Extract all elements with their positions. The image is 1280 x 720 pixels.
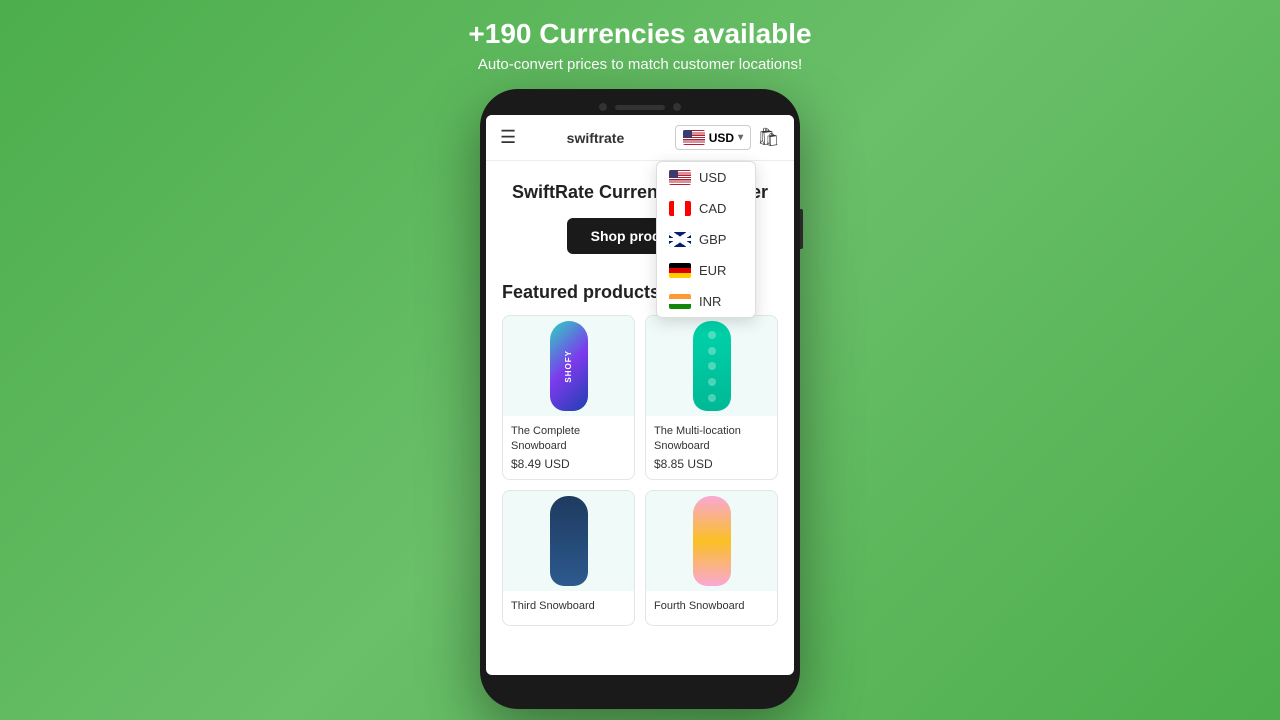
products-grid: SHOFY The Complete Snowboard $8.49 USD bbox=[502, 315, 778, 626]
flag-inr-icon bbox=[669, 294, 691, 309]
product-image-2 bbox=[646, 316, 777, 416]
currency-option-cad[interactable]: CAD bbox=[657, 193, 755, 224]
flag-eur-icon bbox=[669, 263, 691, 278]
currency-option-usd[interactable]: USD bbox=[657, 162, 755, 193]
product-card-4[interactable]: Fourth Snowboard bbox=[645, 490, 778, 626]
promo-subtitle: Auto-convert prices to match customer lo… bbox=[468, 56, 811, 73]
flag-gbp-icon bbox=[669, 232, 691, 247]
currency-inr-label: INR bbox=[699, 294, 721, 309]
currency-eur-label: EUR bbox=[699, 263, 726, 278]
product-card-3[interactable]: Third Snowboard bbox=[502, 490, 635, 626]
sb2-dot-2 bbox=[708, 347, 716, 355]
flag-cad-icon bbox=[669, 201, 691, 216]
snowboard-graphic-4 bbox=[693, 496, 731, 586]
currency-code-label: USD bbox=[709, 131, 734, 145]
product-image-1: SHOFY bbox=[503, 316, 634, 416]
phone-screen: ☰ swiftrate USD ▾ 🛍 USD CAD bbox=[486, 115, 794, 675]
currency-option-eur[interactable]: EUR bbox=[657, 255, 755, 286]
currency-option-gbp[interactable]: GBP bbox=[657, 224, 755, 255]
product-card-1[interactable]: SHOFY The Complete Snowboard $8.49 USD bbox=[502, 315, 635, 480]
sb2-dot-3 bbox=[708, 362, 716, 370]
currency-option-inr[interactable]: INR bbox=[657, 286, 755, 317]
sb2-dot-5 bbox=[708, 394, 716, 402]
product-info-4: Fourth Snowboard bbox=[646, 591, 777, 625]
chevron-down-icon: ▾ bbox=[738, 132, 743, 143]
promo-title: +190 Currencies available bbox=[468, 18, 811, 50]
currency-gbp-label: GBP bbox=[699, 232, 726, 247]
snowboard-graphic-2 bbox=[693, 321, 731, 411]
promo-header: +190 Currencies available Auto-convert p… bbox=[468, 18, 811, 73]
shop-logo: swiftrate bbox=[567, 130, 625, 146]
phone-speaker bbox=[615, 105, 665, 110]
flag-usd-icon bbox=[669, 170, 691, 185]
featured-section: Featured products SHOFY The Complete Sno… bbox=[486, 270, 794, 634]
product-name-2: The Multi-location Snowboard bbox=[654, 424, 769, 453]
currency-usd-label: USD bbox=[699, 170, 726, 185]
product-card-2[interactable]: The Multi-location Snowboard $8.85 USD bbox=[645, 315, 778, 480]
product-info-1: The Complete Snowboard $8.49 USD bbox=[503, 416, 634, 479]
product-name-4: Fourth Snowboard bbox=[654, 599, 769, 613]
sb2-dot-1 bbox=[708, 331, 716, 339]
product-name-1: The Complete Snowboard bbox=[511, 424, 626, 453]
nav-right-controls: USD ▾ 🛍 USD CAD GBP bbox=[675, 125, 780, 150]
shop-navbar: ☰ swiftrate USD ▾ 🛍 USD CAD bbox=[486, 115, 794, 161]
product-name-3: Third Snowboard bbox=[511, 599, 626, 613]
product-price-2: $8.85 USD bbox=[654, 457, 769, 471]
phone-mockup: ☰ swiftrate USD ▾ 🛍 USD CAD bbox=[480, 89, 800, 709]
usd-flag-icon bbox=[683, 130, 705, 145]
snowboard-label-1: SHOFY bbox=[564, 350, 573, 383]
phone-notch bbox=[486, 103, 794, 111]
product-image-3 bbox=[503, 491, 634, 591]
phone-side-button bbox=[800, 209, 803, 249]
hamburger-icon[interactable]: ☰ bbox=[500, 127, 516, 148]
product-price-1: $8.49 USD bbox=[511, 457, 626, 471]
phone-camera bbox=[599, 103, 607, 111]
currency-cad-label: CAD bbox=[699, 201, 726, 216]
product-image-4 bbox=[646, 491, 777, 591]
currency-dropdown: USD CAD GBP EUR bbox=[656, 161, 756, 318]
snowboard-graphic-3 bbox=[550, 496, 588, 586]
phone-camera-2 bbox=[673, 103, 681, 111]
currency-selector[interactable]: USD ▾ bbox=[675, 125, 751, 150]
product-info-3: Third Snowboard bbox=[503, 591, 634, 625]
cart-icon[interactable]: 🛍 bbox=[757, 127, 780, 148]
snowboard-graphic-1: SHOFY bbox=[550, 321, 588, 411]
product-info-2: The Multi-location Snowboard $8.85 USD bbox=[646, 416, 777, 479]
sb2-dot-4 bbox=[708, 378, 716, 386]
